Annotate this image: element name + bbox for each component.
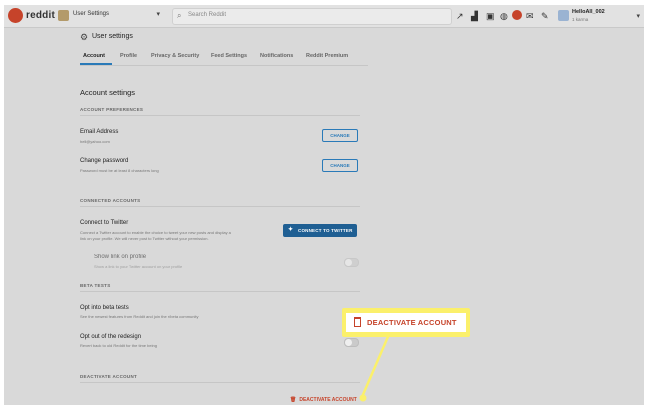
- screenshot-frame: reddit User Settings ▾ ⌕ Search Reddit ↗…: [0, 0, 646, 408]
- callout-label: DEACTIVATE ACCOUNT: [367, 318, 457, 327]
- deactivate-callout: DEACTIVATE ACCOUNT: [342, 308, 470, 337]
- callout-pointer: [359, 331, 392, 402]
- trash-icon: [354, 317, 361, 327]
- callout-inner: DEACTIVATE ACCOUNT: [346, 313, 466, 332]
- reddit-settings-page: reddit User Settings ▾ ⌕ Search Reddit ↗…: [4, 5, 644, 405]
